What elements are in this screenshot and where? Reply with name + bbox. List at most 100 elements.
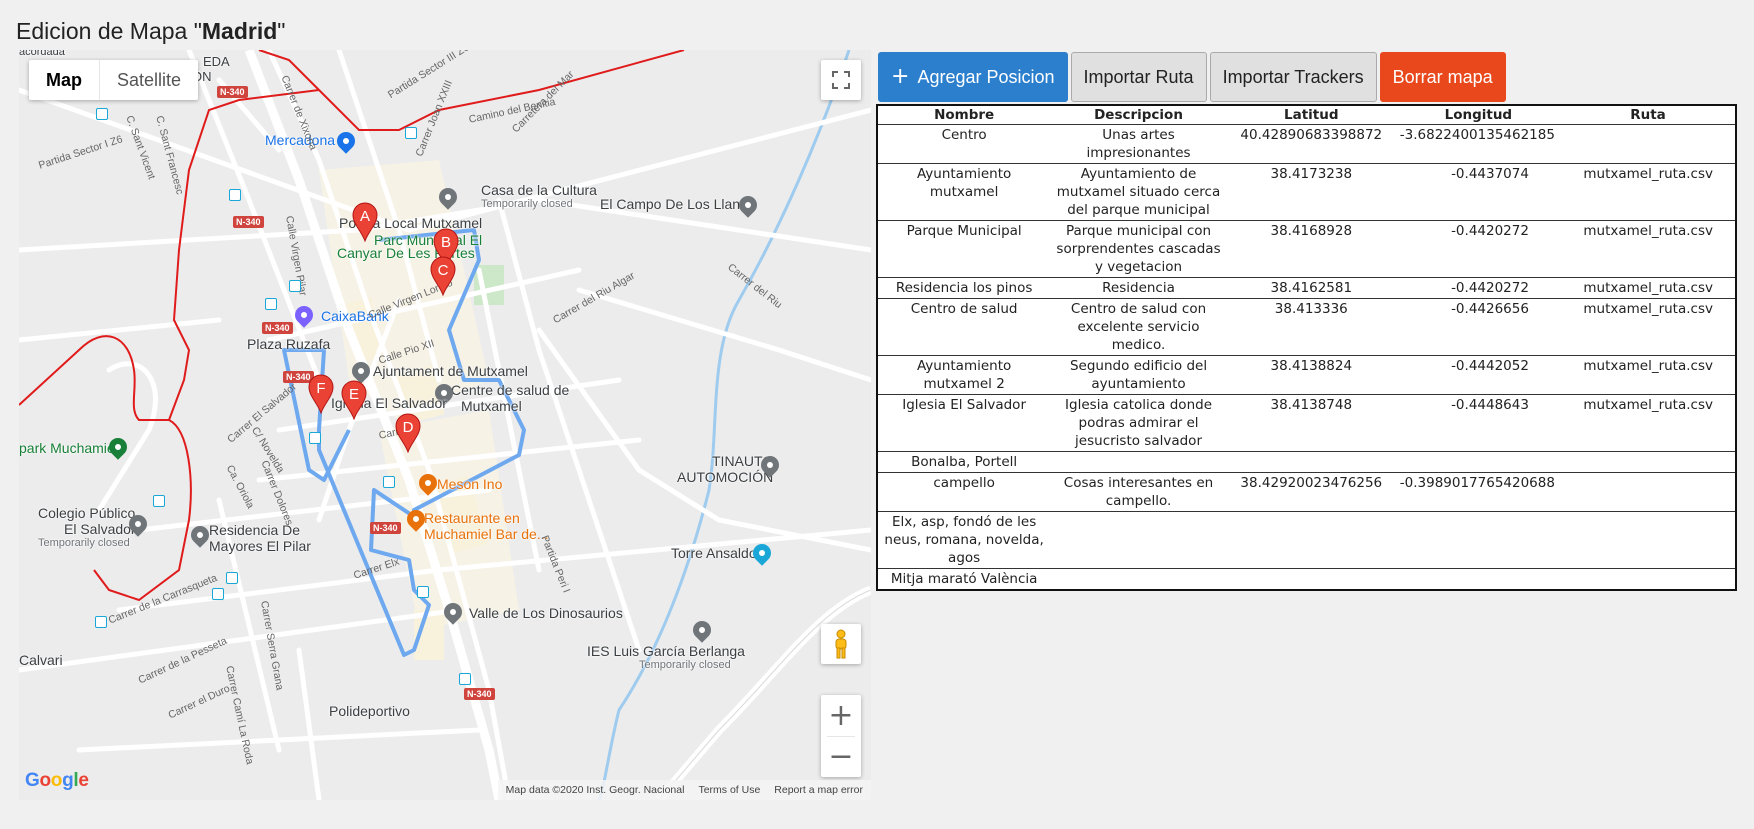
bus-stop-icon[interactable]: [405, 127, 417, 139]
cell-description: Residencia: [1050, 277, 1227, 299]
column-header: Ruta: [1560, 106, 1735, 125]
road-shield: N-340: [370, 522, 401, 534]
map-view[interactable]: Mercadona Casa de la Cultura Temporarily …: [19, 50, 871, 800]
road-shield: N-340: [217, 86, 248, 98]
zoom-in-button[interactable]: +: [821, 696, 861, 736]
map-name: Madrid: [201, 18, 278, 44]
table-row[interactable]: Mitja marató València: [878, 569, 1735, 590]
table-row[interactable]: Elx, asp, fondó de les neus, romana, nov…: [878, 511, 1735, 569]
cell-description: Segundo edificio del ayuntamiento: [1050, 355, 1227, 395]
bus-stop-icon[interactable]: [226, 572, 238, 584]
column-header: Descripcion: [1050, 106, 1227, 125]
table-row[interactable]: Residencia los pinos Residencia 38.41625…: [878, 277, 1735, 299]
cell-description: Iglesia catolica donde podras admirar el…: [1050, 394, 1227, 452]
place-acordada: acordada: [19, 50, 65, 58]
positions-table: Nombre Descripcion Latitud Longitud Ruta…: [876, 104, 1737, 591]
map-type-map-button[interactable]: Map: [29, 60, 99, 100]
cell-route: [1560, 472, 1735, 512]
bus-stop-icon[interactable]: [459, 673, 471, 685]
table-row[interactable]: Ayuntamiento mutxamel 2 Segundo edificio…: [878, 355, 1735, 395]
cell-name: Elx, asp, fondó de les neus, romana, nov…: [878, 511, 1051, 569]
cell-description: [1050, 511, 1227, 569]
place-park[interactable]: park Muchamiel: [19, 440, 118, 456]
street-view-button[interactable]: [821, 624, 861, 664]
place-tinauto[interactable]: TINAUTO AUTOMOCIÓN: [677, 453, 773, 485]
cell-name: campello: [878, 472, 1051, 512]
fullscreen-button[interactable]: [821, 60, 861, 100]
cell-latitude: [1227, 569, 1396, 590]
bus-stop-icon[interactable]: [289, 280, 301, 292]
route-marker-d[interactable]: D: [395, 413, 421, 454]
bus-stop-icon[interactable]: [95, 616, 107, 628]
import-trackers-button[interactable]: Importar Trackers: [1209, 52, 1377, 102]
place-meson[interactable]: Meson Ino: [437, 476, 502, 492]
place-restaurante[interactable]: Restaurante en Muchamiel Bar de...: [424, 510, 549, 542]
place-casa-cultura[interactable]: Casa de la Cultura Temporarily closed: [481, 182, 597, 210]
cell-longitude: -0.4442052: [1395, 355, 1561, 395]
place-valle[interactable]: Valle de Los Dinosaurios: [469, 605, 623, 621]
place-plaza-ruzafa[interactable]: Plaza Ruzafa: [247, 336, 330, 352]
cell-longitude: -0.3989017765420688: [1395, 472, 1561, 512]
place-centre-salut[interactable]: Centre de salud de Mutxamel: [451, 382, 569, 414]
route-marker-e[interactable]: E: [341, 380, 367, 421]
table-row[interactable]: Centro Unas artes impresionantes 40.4289…: [878, 124, 1735, 164]
import-route-button[interactable]: Importar Ruta: [1070, 52, 1207, 102]
cell-route: mutxamel_ruta.csv: [1560, 298, 1735, 356]
place-ajuntament[interactable]: Ajuntament de Mutxamel: [373, 363, 528, 379]
map-attribution: Map data ©2020 Inst. Geogr. Nacional Ter…: [497, 780, 871, 800]
table-row[interactable]: campello Cosas interesantes en campello.…: [878, 472, 1735, 512]
toolbar: + Agregar Posicion Importar Ruta Importa…: [878, 52, 1506, 102]
bus-stop-icon[interactable]: [309, 432, 321, 444]
bus-stop-icon[interactable]: [383, 476, 395, 488]
report-error-link[interactable]: Report a map error: [774, 784, 863, 796]
terms-link[interactable]: Terms of Use: [698, 784, 760, 796]
place-mercadona[interactable]: Mercadona: [265, 132, 335, 148]
table-header-row: Nombre Descripcion Latitud Longitud Ruta: [878, 106, 1735, 125]
zoom-out-button[interactable]: −: [821, 737, 861, 777]
cell-name: Centro: [878, 124, 1051, 164]
cell-longitude: [1395, 511, 1561, 569]
cell-latitude: 40.42890683398872: [1226, 124, 1396, 164]
place-torre[interactable]: Torre Ansaldo: [671, 545, 757, 561]
cell-name: Parque Municipal: [878, 220, 1051, 278]
bus-stop-icon[interactable]: [153, 495, 165, 507]
cell-latitude: 38.4162581: [1226, 277, 1396, 299]
cell-longitude: -0.4437074: [1395, 163, 1561, 221]
route-marker-a[interactable]: A: [352, 202, 378, 243]
cell-description: Cosas interesantes en campello.: [1050, 472, 1227, 512]
google-logo: Google: [25, 770, 89, 791]
add-position-label: Agregar Posicion: [917, 66, 1055, 87]
cell-longitude: -0.4420272: [1395, 277, 1561, 299]
table-row[interactable]: Ayuntamiento mutxamel Ayuntamiento de mu…: [878, 163, 1735, 221]
bus-stop-icon[interactable]: [96, 108, 108, 120]
table-row[interactable]: Centro de salud Centro de salud con exce…: [878, 298, 1735, 356]
cell-name: Ayuntamiento mutxamel: [878, 163, 1051, 221]
table-row[interactable]: Iglesia El Salvador Iglesia catolica don…: [878, 394, 1735, 452]
bus-stop-icon[interactable]: [229, 189, 241, 201]
bus-stop-icon[interactable]: [212, 588, 224, 600]
place-residencia[interactable]: Residencia De Mayores El Pilar: [209, 522, 311, 554]
cell-route: mutxamel_ruta.csv: [1560, 355, 1735, 395]
cell-description: [1050, 451, 1227, 473]
cell-route: mutxamel_ruta.csv: [1560, 277, 1735, 299]
table-row[interactable]: Parque Municipal Parque municipal con so…: [878, 220, 1735, 278]
cell-name: Bonalba, Portell: [878, 451, 1051, 473]
pegman-icon: [835, 629, 847, 659]
map-type-satellite-button[interactable]: Satellite: [100, 60, 198, 100]
table-row[interactable]: Bonalba, Portell: [878, 451, 1735, 473]
delete-map-button[interactable]: Borrar mapa: [1379, 52, 1506, 102]
place-ies[interactable]: IES Luis García Berlanga Temporarily clos…: [587, 643, 745, 671]
bus-stop-icon[interactable]: [417, 586, 429, 598]
place-campo-llanos[interactable]: El Campo De Los Llanos: [600, 196, 755, 212]
cell-longitude: -3.6822400135462185: [1395, 124, 1561, 164]
cell-longitude: [1395, 451, 1561, 473]
route-marker-f[interactable]: F: [308, 374, 334, 415]
bus-stop-icon[interactable]: [265, 298, 277, 310]
cell-name: Mitja marató València: [890, 571, 1038, 587]
cell-latitude: 38.4138748: [1226, 394, 1396, 452]
place-polideportivo: Polideportivo: [329, 703, 410, 719]
route-marker-c[interactable]: C: [430, 256, 456, 297]
place-colegio[interactable]: Colegio Público El Salvador Temporarily cl…: [38, 505, 136, 549]
add-position-button[interactable]: + Agregar Posicion: [878, 52, 1068, 102]
cell-name: Ayuntamiento mutxamel 2: [878, 355, 1051, 395]
